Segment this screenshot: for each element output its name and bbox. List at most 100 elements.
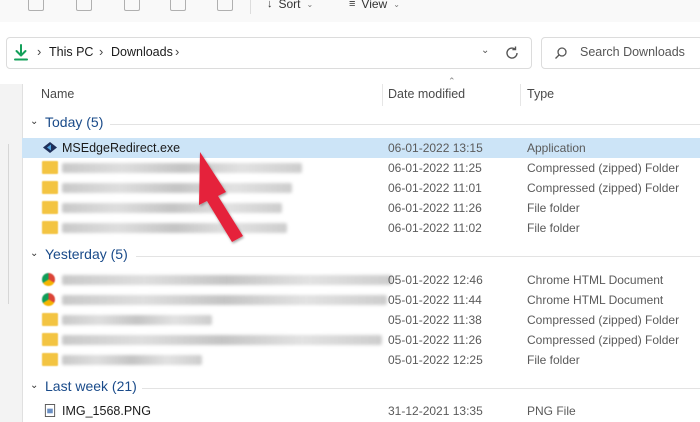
view-button[interactable]: ≡ View ⌄ xyxy=(349,0,400,12)
chrome-icon xyxy=(42,293,55,306)
file-date: 05-01-2022 11:26 xyxy=(388,333,482,347)
group-divider xyxy=(110,124,700,125)
group-divider xyxy=(142,388,700,389)
zip-folder-icon xyxy=(42,161,58,174)
navigation-pane[interactable] xyxy=(0,84,23,422)
breadcrumb-this-pc[interactable]: This PC xyxy=(49,45,93,59)
sort-icon: ↓ xyxy=(267,0,273,10)
view-icon: ≡ xyxy=(349,0,356,10)
folder-icon xyxy=(42,221,58,234)
folder-icon xyxy=(42,353,58,366)
file-date: 05-01-2022 12:25 xyxy=(388,353,483,367)
file-row[interactable]: 06-01-2022 11:01 Compressed (zipped) Fol… xyxy=(22,178,700,198)
blurred-file-name xyxy=(62,335,382,345)
file-type: File folder xyxy=(527,221,580,235)
sort-label: Sort xyxy=(278,0,301,11)
blurred-file-name xyxy=(62,315,212,325)
blurred-file-name xyxy=(62,295,387,305)
file-type: File folder xyxy=(527,353,580,367)
group-header-today[interactable]: ⌄ Today (5) xyxy=(22,113,700,135)
file-date: 06-01-2022 11:25 xyxy=(388,161,482,175)
sort-asc-icon: ⌃ xyxy=(448,76,456,86)
search-box[interactable]: Search Downloads xyxy=(541,37,700,69)
chrome-icon xyxy=(42,273,55,286)
file-type: Compressed (zipped) Folder xyxy=(527,181,680,195)
column-divider[interactable] xyxy=(520,84,521,106)
file-row-img-1568[interactable]: IMG_1568.PNG 31-12-2021 13:35 PNG File xyxy=(22,401,700,421)
file-date: 05-01-2022 12:46 xyxy=(388,273,483,287)
file-row-msedgeredirect[interactable]: MSEdgeRedirect.exe 06-01-2022 13:15 Appl… xyxy=(22,138,700,158)
group-title: Last week (21) xyxy=(45,378,137,394)
column-type[interactable]: Type xyxy=(527,87,554,101)
image-file-icon xyxy=(44,404,56,417)
paste-icon[interactable] xyxy=(124,0,140,11)
file-row[interactable]: 05-01-2022 11:44 Chrome HTML Document xyxy=(22,290,700,310)
chevron-down-icon: ⌄ xyxy=(393,0,400,9)
group-title: Today (5) xyxy=(45,114,104,130)
command-bar: ↓ Sort ⌄ ≡ View ⌄ xyxy=(0,0,700,23)
file-date: 06-01-2022 11:01 xyxy=(388,181,482,195)
breadcrumb-downloads[interactable]: Downloads xyxy=(111,45,173,59)
cut-icon[interactable] xyxy=(28,0,44,11)
file-row[interactable]: 05-01-2022 11:38 Compressed (zipped) Fol… xyxy=(22,310,700,330)
toolbar-divider xyxy=(250,0,251,14)
file-row[interactable]: 06-01-2022 11:25 Compressed (zipped) Fol… xyxy=(22,158,700,178)
zip-folder-icon xyxy=(42,333,58,346)
file-row[interactable]: 05-01-2022 12:46 Chrome HTML Document xyxy=(22,270,700,290)
breadcrumb-separator-icon: › xyxy=(175,44,180,59)
group-title: Yesterday (5) xyxy=(45,246,128,262)
column-divider[interactable] xyxy=(382,84,383,106)
file-type: Compressed (zipped) Folder xyxy=(527,161,680,175)
file-date: 06-01-2022 13:15 xyxy=(388,141,483,155)
search-icon xyxy=(555,47,567,59)
refresh-icon[interactable] xyxy=(504,45,520,61)
rename-icon[interactable] xyxy=(170,0,186,11)
nav-divider xyxy=(8,144,9,304)
file-type: Chrome HTML Document xyxy=(527,273,664,287)
app-icon xyxy=(43,142,57,153)
blurred-file-name xyxy=(62,203,282,213)
file-date: 05-01-2022 11:44 xyxy=(388,293,482,307)
blurred-file-name xyxy=(62,223,287,233)
address-bar[interactable]: › This PC › Downloads › ⌄ xyxy=(6,37,532,69)
chevron-down-icon[interactable]: ⌄ xyxy=(30,380,38,391)
group-divider xyxy=(136,256,700,257)
copy-icon[interactable] xyxy=(76,0,92,11)
column-header: Name ⌃ Date modified Type xyxy=(22,76,700,106)
file-type: File folder xyxy=(527,201,580,215)
file-row[interactable]: 06-01-2022 11:26 File folder xyxy=(22,198,700,218)
folder-icon xyxy=(42,201,58,214)
breadcrumb-separator-icon: › xyxy=(37,44,42,59)
chevron-down-icon[interactable]: ⌄ xyxy=(30,248,38,259)
breadcrumb-separator-icon: › xyxy=(99,44,104,59)
zip-folder-icon xyxy=(42,313,58,326)
blurred-file-name xyxy=(62,183,292,193)
file-row[interactable]: 06-01-2022 11:02 File folder xyxy=(22,218,700,238)
file-row[interactable]: 05-01-2022 12:25 File folder xyxy=(22,350,700,370)
history-dropdown-icon[interactable]: ⌄ xyxy=(481,45,489,56)
address-row: › This PC › Downloads › ⌄ Search Downloa… xyxy=(0,22,700,84)
file-date: 06-01-2022 11:02 xyxy=(388,221,482,235)
group-header-last-week[interactable]: ⌄ Last week (21) xyxy=(22,377,700,399)
blurred-file-name xyxy=(62,163,302,173)
delete-icon[interactable] xyxy=(217,0,233,11)
file-type: PNG File xyxy=(527,404,576,418)
blurred-file-name xyxy=(62,355,202,365)
file-type: Compressed (zipped) Folder xyxy=(527,333,680,347)
file-date: 05-01-2022 11:38 xyxy=(388,313,482,327)
group-header-yesterday[interactable]: ⌄ Yesterday (5) xyxy=(22,245,700,267)
zip-folder-icon xyxy=(42,181,58,194)
column-date-modified[interactable]: Date modified xyxy=(388,87,465,101)
search-input[interactable]: Search Downloads xyxy=(580,45,685,59)
view-label: View xyxy=(361,0,388,11)
file-type: Application xyxy=(527,141,586,155)
file-date: 06-01-2022 11:26 xyxy=(388,201,482,215)
file-row[interactable]: 05-01-2022 11:26 Compressed (zipped) Fol… xyxy=(22,330,700,350)
chevron-down-icon[interactable]: ⌄ xyxy=(30,116,38,127)
sort-button[interactable]: ↓ Sort ⌄ xyxy=(267,0,313,12)
download-icon xyxy=(14,44,28,61)
column-name[interactable]: Name xyxy=(41,87,74,101)
file-name[interactable]: MSEdgeRedirect.exe xyxy=(62,141,180,155)
blurred-file-name xyxy=(62,275,392,285)
file-name[interactable]: IMG_1568.PNG xyxy=(62,404,151,418)
